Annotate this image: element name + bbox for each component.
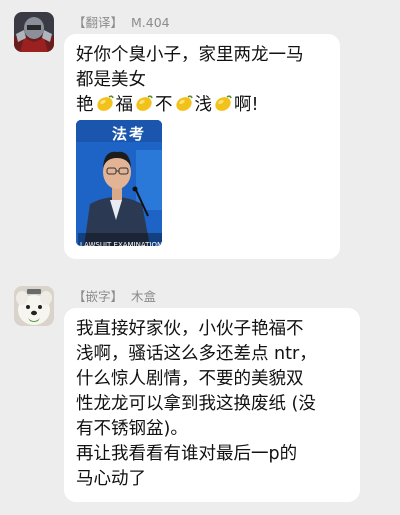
image-caption: LAWSUIT EXAMINATION bbox=[78, 233, 162, 246]
text-segment: 福 bbox=[115, 95, 134, 115]
lemon-emoji-icon bbox=[134, 93, 154, 113]
lemon-emoji-icon bbox=[213, 93, 233, 113]
message-bubble[interactable]: 好你个臭小子，家里两龙一马 都是美女 艳福不浅啊! 法考 LAWSUIT EXA… bbox=[64, 34, 340, 259]
text-segment: 啊! bbox=[234, 95, 259, 115]
text-segment: 浅 bbox=[194, 95, 213, 115]
message-text-line: 性龙龙可以拿到我这换废纸 (没 bbox=[76, 394, 316, 414]
message-text-line: 马心动了 bbox=[76, 469, 146, 489]
message-text-line: 什么惊人剧情，不要的美貌双 bbox=[76, 369, 304, 389]
message-text-line: 有不锈钢盆)。 bbox=[76, 419, 188, 439]
text-segment: 不 bbox=[155, 95, 173, 115]
lemon-emoji-icon bbox=[174, 93, 194, 113]
emoji-text-line: 艳 福 不 浅 啊! bbox=[76, 93, 328, 118]
sender-tag: 【嵌字】 bbox=[73, 289, 124, 304]
message-text-line: 都是美女 bbox=[76, 70, 146, 90]
message-text-line: 浅啊，骚话这么多还差点 ntr， bbox=[76, 344, 317, 364]
text-segment: 艳 bbox=[76, 95, 94, 115]
speaker-at-lectern-image[interactable]: 法考 LAWSUIT EXAMINATION bbox=[76, 120, 162, 246]
lemon-emoji-icon bbox=[95, 93, 115, 113]
armored-warrior-avatar[interactable] bbox=[14, 12, 54, 52]
message-text-line: 我直接好家伙，小伙子艳福不 bbox=[76, 319, 304, 339]
sender-tag: 【翻译】 bbox=[73, 15, 124, 30]
sender-name: 【嵌字】 木盒 bbox=[73, 286, 156, 305]
sender-nickname: M.404 bbox=[131, 15, 170, 30]
message-text-line: 好你个臭小子，家里两龙一马 bbox=[76, 45, 304, 65]
message-bubble[interactable]: 我直接好家伙，小伙子艳福不 浅啊，骚话这么多还差点 ntr， 什么惊人剧情，不要… bbox=[64, 308, 360, 502]
image-title: 法考 bbox=[112, 125, 147, 143]
message-text-line: 再让我看看有谁对最后一p的 bbox=[76, 444, 298, 464]
sender-nickname: 木盒 bbox=[131, 289, 157, 304]
sender-name: 【翻译】 M.404 bbox=[73, 12, 170, 31]
white-dog-avatar[interactable] bbox=[14, 286, 54, 326]
